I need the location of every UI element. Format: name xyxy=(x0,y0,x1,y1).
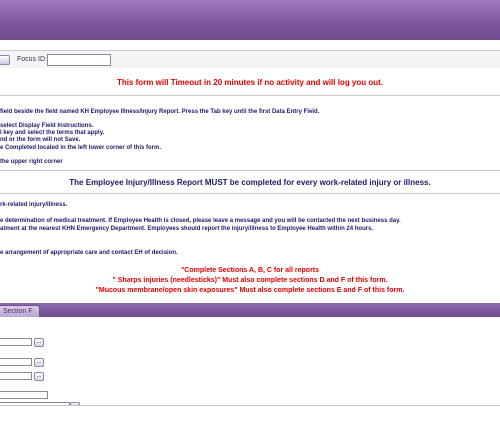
sections-note: "Mucous membrane/open skin exposures" Mu… xyxy=(95,287,405,294)
form-field[interactable] xyxy=(0,338,32,346)
header-spacer xyxy=(0,40,500,50)
divider xyxy=(0,170,500,171)
required-report-notice: The Employee Injury/Illness Report MUST … xyxy=(69,178,431,187)
form-field[interactable] xyxy=(0,391,48,399)
arrangement-text: e arrangement of appropriate care and co… xyxy=(0,250,178,256)
divider xyxy=(0,95,500,96)
treatment-line: e determination of medical treatment. If… xyxy=(0,218,401,224)
focus-toolbar: Focus ID: xyxy=(0,50,500,68)
section-tab-strip: Section F xyxy=(0,303,500,317)
footer-divider xyxy=(0,405,500,406)
instruction-line: select Display Field Instructions. xyxy=(0,123,94,129)
instruction-line: field beside the field named KH Employee… xyxy=(0,109,320,115)
sections-note: " Sharps injuries (needlesticks)" Must a… xyxy=(112,277,388,284)
treatment-line: atment at the nearest KHN Emergency Depa… xyxy=(0,226,374,232)
lookup-button[interactable]: ... xyxy=(34,358,44,367)
focus-toggle-button[interactable] xyxy=(0,55,10,65)
divider xyxy=(0,193,500,194)
instruction-line: e Completed located in the left lower co… xyxy=(0,145,162,151)
tab-section-f[interactable]: Section F xyxy=(0,305,40,317)
lookup-button[interactable]: ... xyxy=(34,338,44,347)
instruction-line: l key and select the terms that apply. xyxy=(0,130,105,136)
form-field[interactable] xyxy=(0,372,32,380)
instruction-line: the upper right corner xyxy=(0,159,63,165)
focus-id-input[interactable] xyxy=(47,54,111,66)
focus-id-label: Focus ID: xyxy=(17,56,47,63)
sections-note: "Complete Sections A, B, C for all repor… xyxy=(180,267,320,274)
work-related-text: rk-related injury/illness. xyxy=(0,202,68,208)
header-banner xyxy=(0,0,500,40)
form-field[interactable] xyxy=(0,358,32,366)
timeout-warning: This form will Timeout in 20 minutes if … xyxy=(116,78,384,87)
lookup-button[interactable]: ... xyxy=(34,372,44,381)
instruction-line: nd or the form will not Save. xyxy=(0,137,81,143)
